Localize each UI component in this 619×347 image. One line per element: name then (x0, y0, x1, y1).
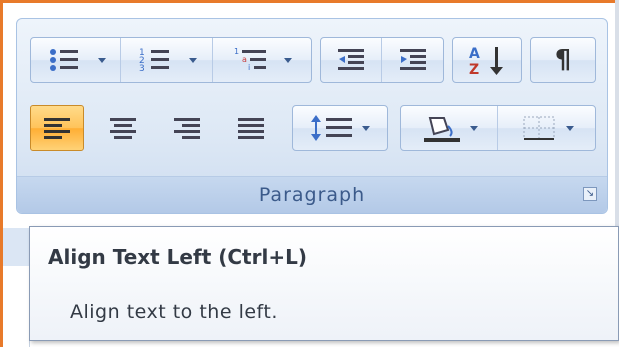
align-center-icon (110, 118, 136, 139)
shading-dropdown-icon[interactable] (470, 125, 478, 131)
borders-dropdown-icon[interactable] (565, 125, 574, 131)
borders-icon (523, 116, 554, 140)
window-edge (615, 0, 619, 240)
sort-z-label: Z (469, 62, 479, 77)
bulleted-list-icon (49, 49, 78, 71)
dialog-launcher-icon[interactable]: ↘ (583, 187, 597, 201)
line-spacing-button[interactable] (293, 106, 387, 150)
list-buttons-group: 1 2 3 1 a i (30, 37, 312, 83)
line-spacing-group (292, 105, 388, 151)
numbering-dropdown-icon[interactable] (188, 57, 197, 63)
justify-button[interactable] (224, 105, 278, 151)
svg-text:3: 3 (139, 64, 145, 74)
indent-buttons-group (320, 37, 444, 83)
multilevel-list-icon: 1 a i (234, 47, 266, 72)
increase-indent-icon (399, 49, 426, 70)
tooltip-description: Align text to the left. (70, 301, 278, 323)
decrease-indent-button[interactable] (321, 38, 383, 82)
svg-text:a: a (242, 55, 247, 64)
sort-group: A Z (452, 37, 522, 83)
multilevel-dropdown-icon[interactable] (284, 57, 292, 63)
tooltip: Align Text Left (Ctrl+L) Align text to t… (29, 226, 619, 341)
sort-a-label: A (469, 46, 480, 62)
bullets-dropdown-icon[interactable] (97, 57, 106, 63)
show-hide-group: ¶ (530, 37, 596, 83)
shading-button[interactable] (401, 106, 498, 150)
center-button[interactable] (96, 105, 150, 151)
line-spacing-dropdown-icon[interactable] (362, 125, 370, 131)
svg-text:i: i (248, 63, 250, 72)
justify-icon (238, 118, 264, 139)
decrease-indent-icon (338, 49, 364, 70)
group-label: Paragraph (258, 184, 366, 206)
align-left-button[interactable] (30, 105, 84, 151)
svg-text:1: 1 (234, 47, 239, 56)
align-right-button[interactable] (160, 105, 214, 151)
multilevel-list-button[interactable]: 1 a i (213, 38, 311, 82)
pilcrow-icon: ¶ (554, 45, 572, 75)
ruler-strip (3, 228, 29, 266)
paragraph-ribbon-group: 1 2 3 1 a i A Z ¶ Paragraph ↘ (16, 18, 608, 214)
numbered-list-icon: 1 2 3 (139, 48, 169, 74)
tooltip-title: Align Text Left (Ctrl+L) (48, 245, 307, 269)
bullets-button[interactable] (31, 38, 121, 82)
line-spacing-icon (311, 115, 352, 141)
align-left-icon (44, 118, 70, 139)
show-hide-button[interactable]: ¶ (531, 38, 595, 82)
sort-az-icon: A Z (469, 46, 503, 77)
sort-button[interactable]: A Z (453, 38, 521, 82)
borders-button[interactable] (498, 106, 595, 150)
numbering-button[interactable]: 1 2 3 (121, 38, 213, 82)
increase-indent-button[interactable] (382, 38, 443, 82)
ribbon-group-footer: Paragraph ↘ (17, 176, 607, 213)
paint-bucket-icon (424, 117, 460, 142)
alignment-buttons-group (30, 105, 282, 151)
shading-borders-group (400, 105, 596, 151)
align-right-icon (174, 118, 200, 139)
